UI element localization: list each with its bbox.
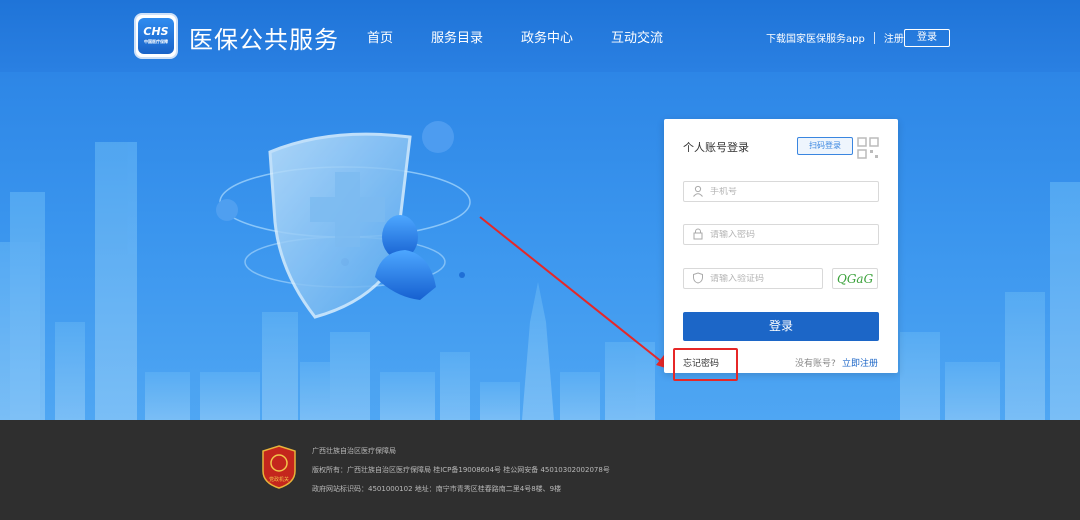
chs-logo[interactable]: CHS 中国医疗保障 — [134, 13, 178, 59]
header-login-button[interactable]: 登录 — [904, 29, 950, 47]
captcha-image[interactable]: QGaG — [832, 268, 878, 289]
header-links: 下载国家医保服务app 注册 — [766, 30, 904, 45]
party-government-emblem-icon[interactable]: 党政机关 — [262, 445, 296, 489]
nav-interaction[interactable]: 互动交流 — [611, 27, 663, 46]
password-field[interactable] — [683, 224, 879, 245]
hero-banner — [0, 72, 1080, 420]
no-account-text: 没有账号? — [795, 359, 836, 369]
annotation-highlight-box — [673, 348, 738, 381]
main-nav: 首页 服务目录 政务中心 互动交流 — [367, 27, 701, 46]
lock-icon — [691, 228, 705, 242]
logo-text: CHS — [143, 25, 169, 38]
login-card: 个人账号登录 扫码登录 QGaG 登录 忘记密码 没有账号? 立即注册 — [664, 119, 898, 373]
top-header: CHS 中国医疗保障 医保公共服务 首页 服务目录 政务中心 互动交流 下载国家… — [0, 0, 1080, 72]
phone-field[interactable] — [683, 181, 879, 202]
nav-service-catalog[interactable]: 服务目录 — [431, 27, 483, 46]
site-title: 医保公共服务 — [189, 26, 339, 54]
phone-input[interactable] — [710, 186, 860, 197]
footer-copyright: 版权所有：广西壮族自治区医疗保障局 桂ICP备19008604号 桂公网安备 4… — [312, 466, 610, 474]
register-now-link[interactable]: 立即注册 — [842, 356, 878, 369]
user-icon — [691, 185, 705, 199]
login-button[interactable]: 登录 — [683, 312, 879, 341]
divider — [873, 31, 875, 44]
captcha-text: QGaG — [837, 272, 874, 286]
emblem-text: 党政机关 — [269, 476, 289, 483]
qr-login-tab[interactable]: 扫码登录 — [797, 137, 853, 155]
download-app-link[interactable]: 下载国家医保服务app — [766, 30, 865, 45]
qr-code-icon[interactable] — [857, 137, 879, 159]
logo-subtext: 中国医疗保障 — [144, 39, 168, 44]
city-skyline-illustration — [0, 121, 1080, 420]
footer-org: 广西壮族自治区医疗保障局 — [312, 447, 396, 455]
register-link[interactable]: 注册 — [884, 30, 904, 45]
password-input[interactable] — [710, 229, 860, 240]
login-card-title: 个人账号登录 — [683, 141, 749, 154]
nav-home[interactable]: 首页 — [367, 27, 393, 46]
nav-government-center[interactable]: 政务中心 — [521, 27, 573, 46]
shield-icon — [691, 271, 705, 286]
footer-site-id: 政府网站标识码：4501000102 地址：南宁市青秀区桂春路南二里4号8楼、9… — [312, 485, 562, 493]
captcha-field[interactable] — [683, 268, 823, 289]
logo-mark: CHS 中国医疗保障 — [138, 18, 174, 54]
captcha-input[interactable] — [710, 273, 820, 284]
